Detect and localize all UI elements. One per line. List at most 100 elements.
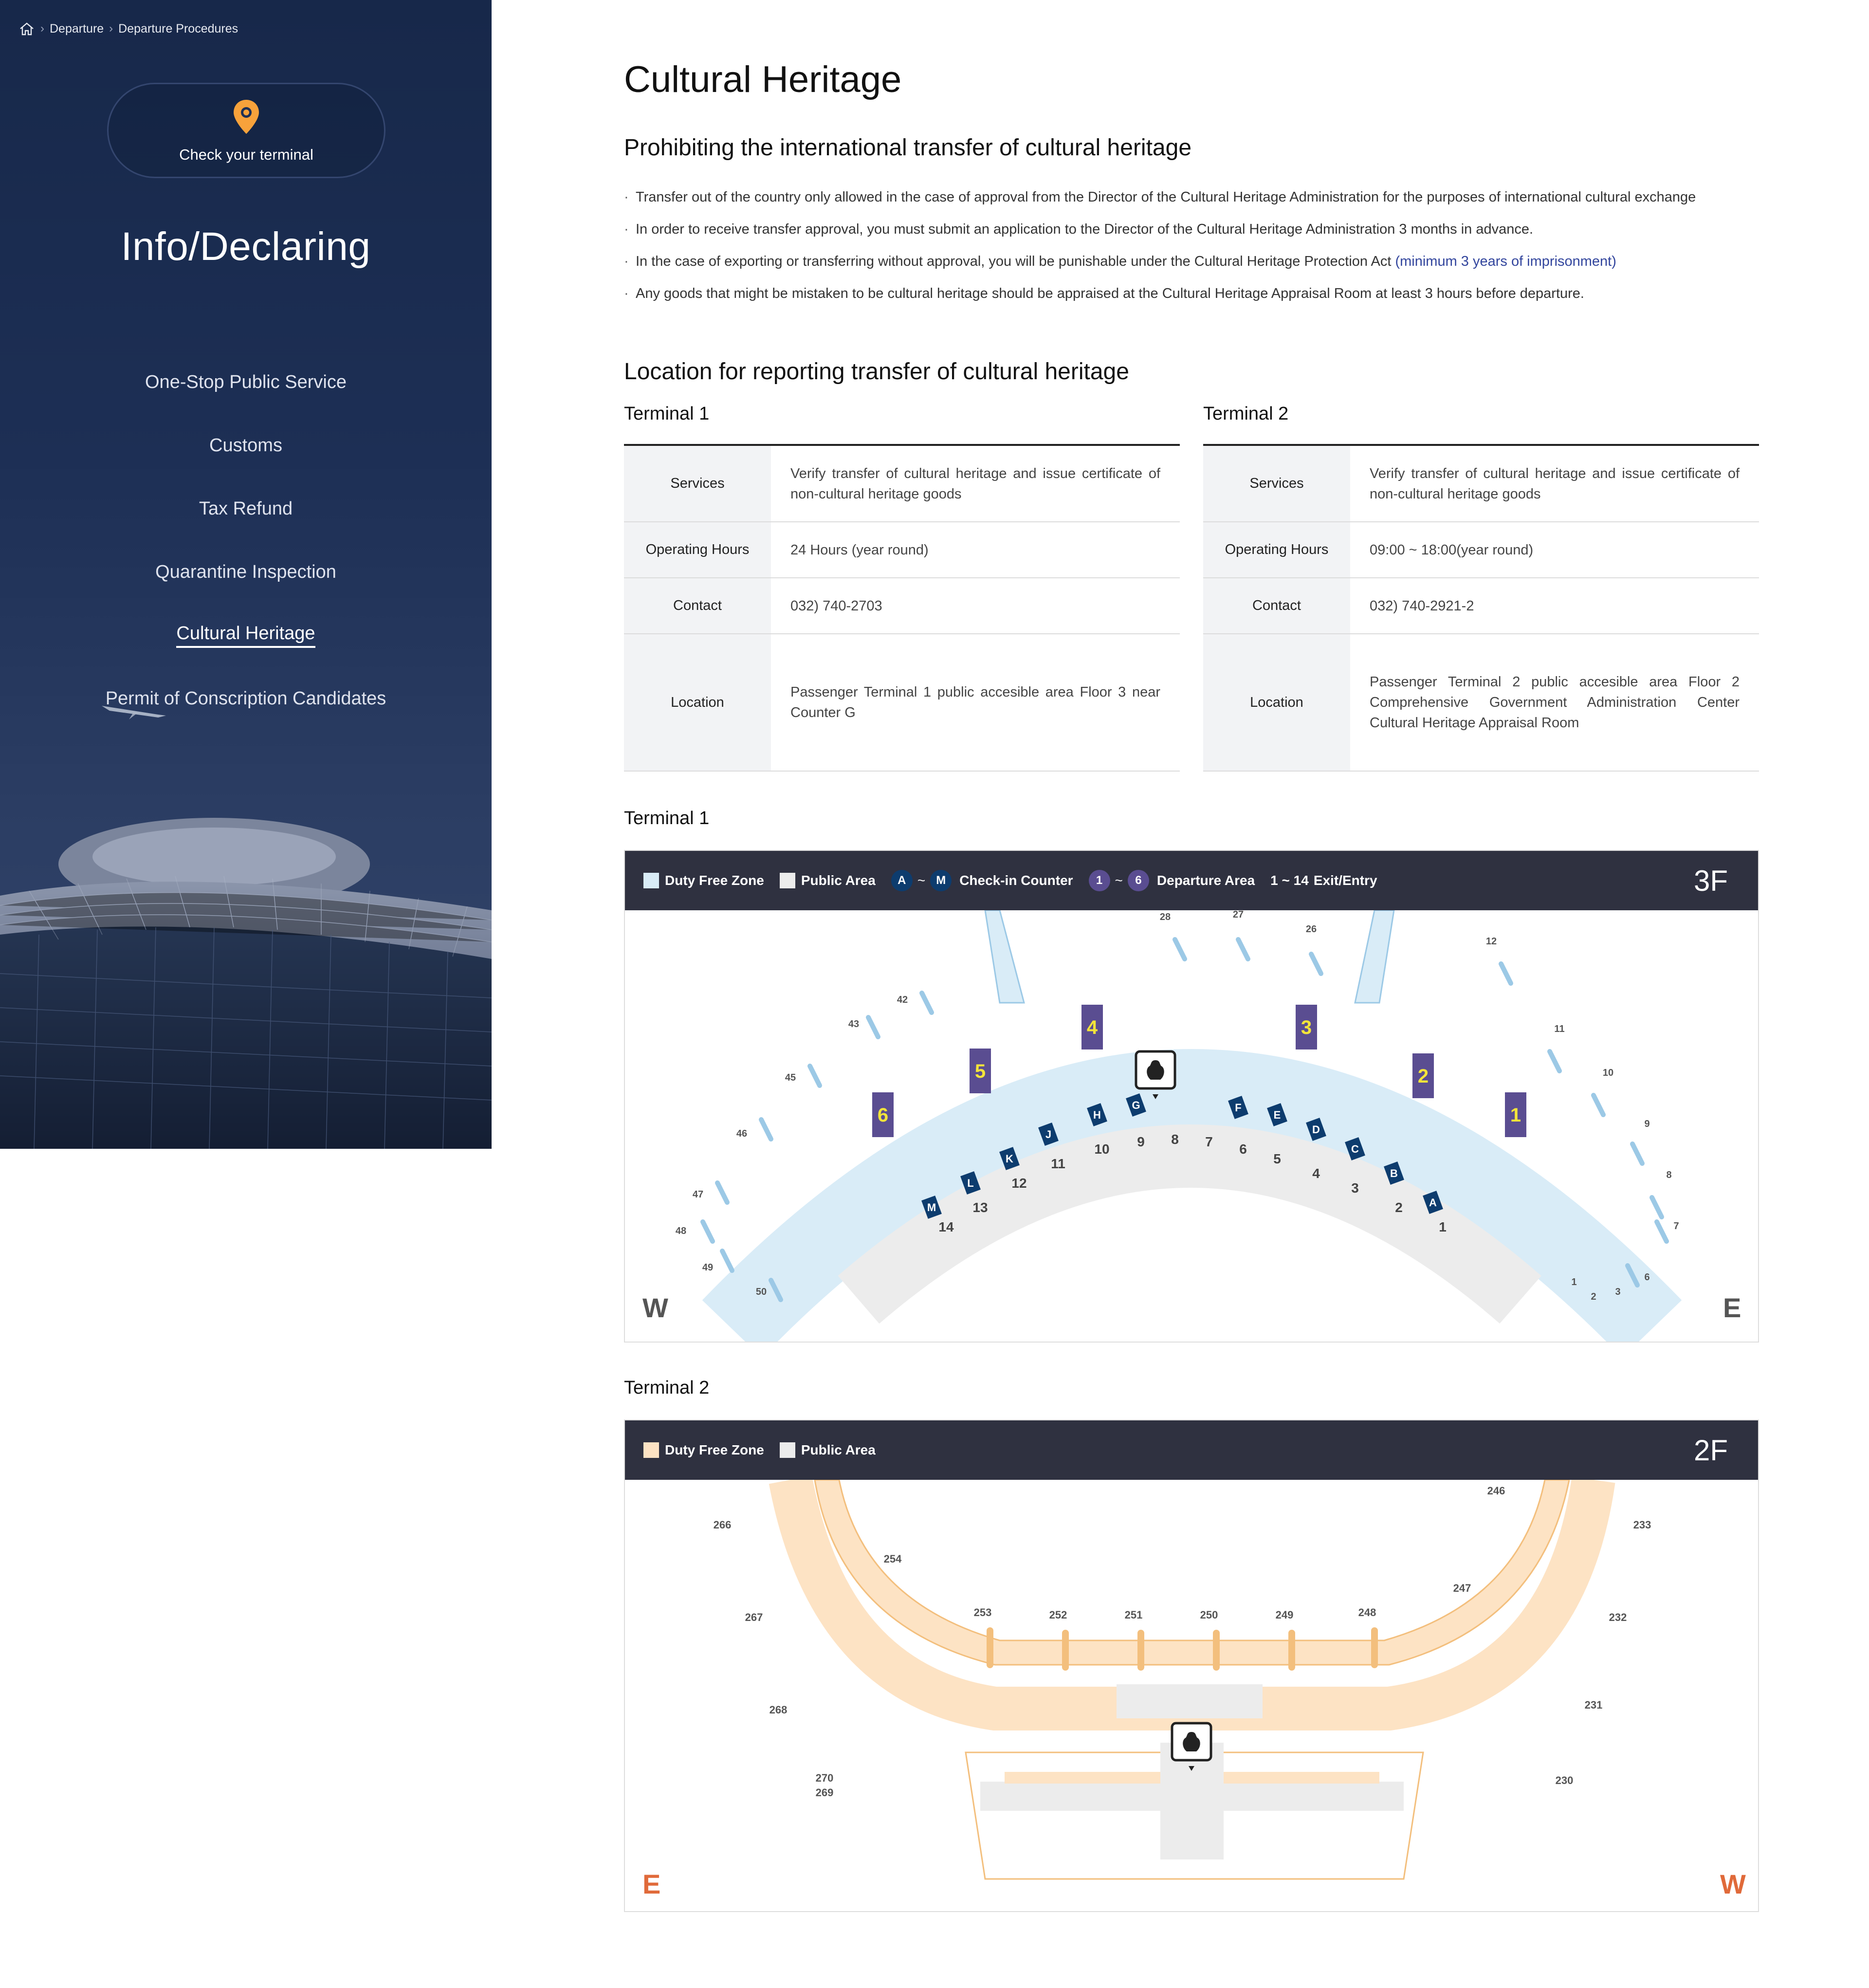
checkin-counter-label: A <box>1429 1196 1437 1209</box>
gate-stub <box>700 1219 715 1244</box>
gate-label: 233 <box>1633 1519 1651 1531</box>
departure-area-label: 2 <box>1418 1066 1429 1087</box>
sidebar-item-cultural-heritage[interactable]: Cultural Heritage <box>0 604 492 667</box>
gate-stub <box>1499 961 1513 986</box>
checkin-counter-label: D <box>1312 1123 1320 1136</box>
map2-title: Terminal 2 <box>624 1378 710 1398</box>
check-terminal-button[interactable]: Check your terminal <box>107 83 385 178</box>
bullet-icon: · <box>624 221 629 237</box>
breadcrumb-departure-procedures[interactable]: Departure Procedures <box>118 22 238 36</box>
swatch-duty-free <box>643 1442 659 1458</box>
exit-label: 8 <box>1171 1132 1179 1147</box>
map2-legend: Duty Free Zone Public Area 2F <box>625 1420 1758 1480</box>
map1-title: Terminal 1 <box>624 808 710 828</box>
gate-label: 8 <box>1666 1170 1671 1180</box>
sidebar-item-conscription[interactable]: Permit of Conscription Candidates <box>0 667 492 730</box>
sidebar-item-label: One-Stop Public Service <box>145 371 347 392</box>
chevron-right-icon: › <box>40 22 44 35</box>
gate-label: 254 <box>884 1553 902 1565</box>
exit-label: 13 <box>972 1200 988 1215</box>
floor-indicator: 3F <box>1693 864 1728 897</box>
departure-area-label: 3 <box>1301 1017 1312 1038</box>
breadcrumb-departure[interactable]: Departure <box>50 22 104 36</box>
gate-label: 232 <box>1609 1611 1627 1623</box>
table-row: Contact 032) 740-2703 <box>624 578 1180 634</box>
gate-stub <box>1173 937 1187 961</box>
table-row: Operating Hours 24 Hours (year round) <box>624 522 1180 578</box>
sidebar-item-customs[interactable]: Customs <box>0 414 492 477</box>
sidebar-item-quarantine[interactable]: Quarantine Inspection <box>0 540 492 604</box>
compass-east: E <box>1723 1292 1741 1323</box>
gate-label: 28 <box>1160 912 1171 922</box>
gate-label: 266 <box>714 1519 732 1531</box>
gate-label: 247 <box>1453 1582 1471 1594</box>
gate-label: 10 <box>1603 1068 1613 1078</box>
home-icon[interactable] <box>18 21 35 36</box>
gate-label: 42 <box>897 994 908 1005</box>
exit-label: 6 <box>1239 1141 1247 1157</box>
gate-stub <box>1309 952 1323 976</box>
gate-label: 11 <box>1554 1024 1564 1034</box>
gate-label: 267 <box>745 1611 763 1623</box>
table-row: Services Verify transfer of cultural heri… <box>1203 445 1759 522</box>
checkin-counter-label: G <box>1132 1099 1140 1111</box>
gate-label: 231 <box>1585 1699 1603 1711</box>
bullet-icon: · <box>624 253 629 269</box>
section-title-prohibiting: Prohibiting the international transfer o… <box>624 135 1192 161</box>
table-row: Services Verify transfer of cultural heri… <box>624 445 1180 522</box>
gate-label: 252 <box>1049 1609 1067 1621</box>
sidebar-item-label: Cultural Heritage <box>176 623 315 648</box>
gate-label: 27 <box>1233 910 1244 920</box>
compass-west: W <box>642 1292 668 1323</box>
sidebar-nav: One-Stop Public Service Customs Tax Refu… <box>0 350 492 730</box>
departure-area-marker: 3 <box>1296 1005 1317 1049</box>
exit-label: 5 <box>1273 1151 1281 1166</box>
terminal2-info: Terminal 2 Services Verify transfer of cu… <box>1203 400 1759 772</box>
chevron-right-icon: › <box>109 22 113 35</box>
gate-stub <box>866 1015 880 1039</box>
checkin-counter-label: J <box>1045 1128 1051 1141</box>
gate-stub <box>807 1064 822 1088</box>
gate-label: 49 <box>702 1262 713 1273</box>
bullet-icon: · <box>624 285 629 301</box>
sidebar-title: Info/Declaring <box>121 224 371 269</box>
departure-area-marker: 2 <box>1412 1053 1434 1098</box>
gate-label: 249 <box>1276 1609 1294 1621</box>
gate-label: 1 <box>1571 1277 1576 1288</box>
gate-label: 26 <box>1306 924 1317 935</box>
terminal1-map: Duty Free Zone Public Area A ~ M Check-in C… <box>624 850 1759 1343</box>
highlight-text: (minimum 3 years of imprisonment) <box>1395 253 1616 269</box>
sidebar-item-tax-refund[interactable]: Tax Refund <box>0 477 492 540</box>
list-item: · Any goods that might be mistaken to be … <box>624 285 1584 301</box>
gate-label: 7 <box>1673 1221 1679 1232</box>
checkin-counter-label: E <box>1274 1109 1281 1121</box>
compass-east: E <box>642 1869 660 1899</box>
gate-label: 250 <box>1200 1609 1218 1621</box>
terminal2-heading: Terminal 2 <box>1203 404 1289 424</box>
gate-label: 248 <box>1358 1606 1376 1619</box>
gate-stub <box>720 1249 734 1273</box>
sidebar-item-one-stop[interactable]: One-Stop Public Service <box>0 350 492 414</box>
swatch-public <box>779 873 795 888</box>
sidebar-item-label: Customs <box>209 435 282 456</box>
gate-label: 269 <box>816 1786 834 1799</box>
sidebar-item-label: Quarantine Inspection <box>155 561 336 582</box>
gate-label: 50 <box>756 1287 767 1297</box>
departure-area-marker: 6 <box>872 1092 894 1137</box>
checkin-counter-label: L <box>967 1177 973 1189</box>
terminal1-heading: Terminal 1 <box>624 404 710 424</box>
swatch-public <box>779 1442 795 1458</box>
gate-stub <box>1591 1093 1606 1117</box>
map1-legend: Duty Free Zone Public Area A ~ M Check-in C… <box>625 851 1758 910</box>
location-pin-icon <box>231 98 261 139</box>
compass-west: W <box>1720 1869 1746 1899</box>
gate-stub <box>1630 1141 1645 1166</box>
gate-label: 230 <box>1556 1774 1574 1786</box>
exit-label: 14 <box>938 1219 954 1234</box>
sidebar-item-label: Tax Refund <box>199 498 293 519</box>
exit-label: 12 <box>1011 1176 1026 1191</box>
bullet-icon: · <box>624 189 629 205</box>
exit-label: 2 <box>1395 1200 1403 1215</box>
legend-duty-free: Duty Free Zone <box>643 873 764 888</box>
page-title: Cultural Heritage <box>624 59 902 100</box>
